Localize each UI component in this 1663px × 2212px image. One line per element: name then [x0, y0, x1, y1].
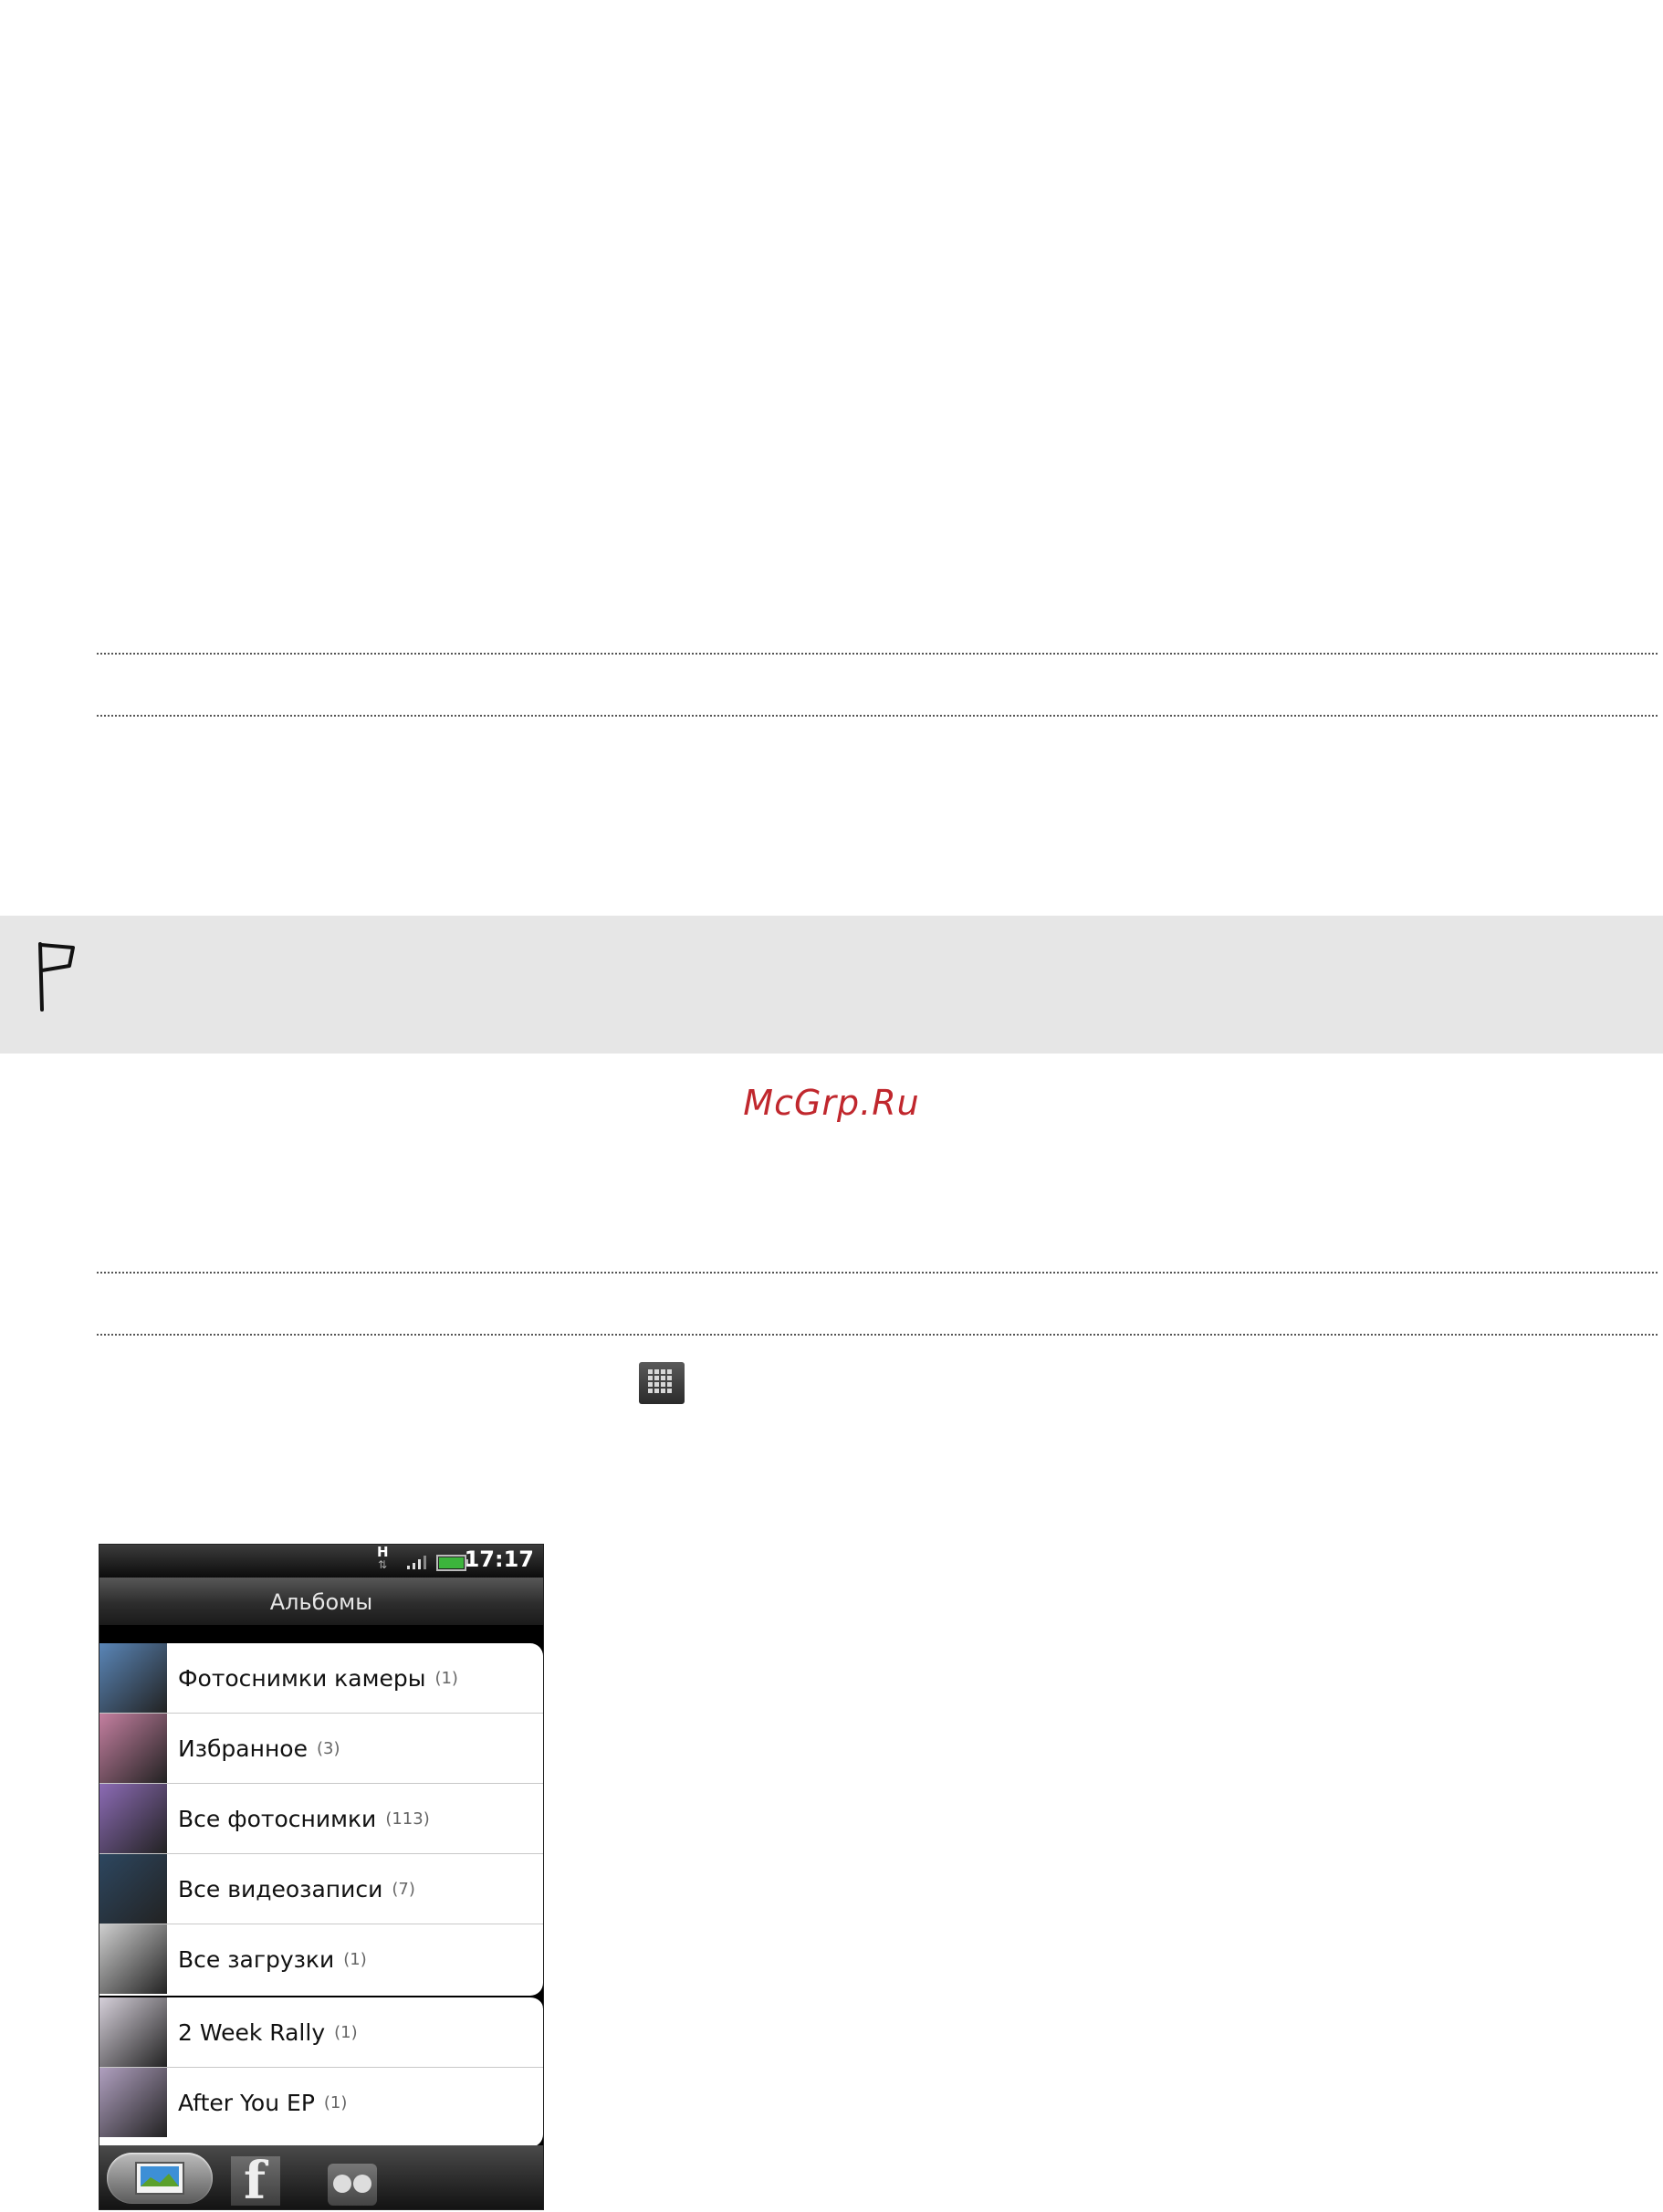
- album-item[interactable]: Избранное (3): [99, 1714, 543, 1784]
- album-name: Все видеозаписи: [178, 1875, 383, 1903]
- flickr-icon: [333, 2175, 351, 2193]
- album-item[interactable]: Все видеозаписи (7): [99, 1854, 543, 1924]
- album-item[interactable]: After You EP (1): [99, 2068, 543, 2137]
- album-name: Фотоснимки камеры: [178, 1664, 426, 1692]
- album-thumbnail: [99, 1714, 167, 1783]
- clock: 17:17: [464, 1546, 534, 1572]
- album-name: After You EP: [178, 2089, 315, 2116]
- album-name: Все фотоснимки: [178, 1805, 377, 1832]
- album-thumbnail: [99, 1924, 167, 1994]
- album-item[interactable]: Все фотоснимки (113): [99, 1784, 543, 1854]
- album-count: (1): [334, 2022, 358, 2042]
- flickr-tab[interactable]: [328, 2164, 377, 2206]
- album-group: Фотоснимки камеры (1) Избранное (3) Все фото…: [99, 1643, 543, 1996]
- gallery-icon: [135, 2162, 184, 2195]
- album-item[interactable]: Все загрузки (1): [99, 1924, 543, 1994]
- flag-icon: [38, 942, 75, 1012]
- page-title: Альбомы: [269, 1589, 373, 1615]
- facebook-icon: f: [244, 2151, 267, 2210]
- album-count: (7): [392, 1879, 415, 1899]
- album-name: 2 Week Rally: [178, 2018, 326, 2046]
- gallery-tab[interactable]: [107, 2153, 213, 2204]
- album-count: (1): [434, 1668, 458, 1688]
- divider-rule: [97, 1334, 1658, 1336]
- album-item[interactable]: 2 Week Rally (1): [99, 1997, 543, 2068]
- album-thumbnail: [99, 1643, 167, 1713]
- divider-rule: [97, 1272, 1658, 1274]
- album-thumbnail: [99, 2068, 167, 2137]
- divider-rule: [97, 715, 1658, 717]
- album-count: (1): [343, 1949, 367, 1969]
- album-count: (1): [323, 2092, 348, 2112]
- album-group: 2 Week Rally (1) After You EP (1): [99, 1996, 543, 2147]
- album-item[interactable]: Фотоснимки камеры (1): [99, 1643, 543, 1714]
- data-activity-icon: ⇅: [378, 1558, 388, 1571]
- title-bar: Альбомы: [99, 1578, 543, 1626]
- album-name: Все загрузки: [178, 1945, 335, 1973]
- network-type: H: [377, 1544, 389, 1560]
- album-count: (113): [385, 1808, 430, 1829]
- album-thumbnail: [99, 1997, 167, 2067]
- album-thumbnail: [99, 1854, 167, 1924]
- divider-rule: [97, 653, 1658, 655]
- phone-screenshot: H ⇅ 17:17 Альбомы Фотоснимки камеры (1) Из…: [99, 1544, 544, 2210]
- album-name: Избранное: [178, 1735, 308, 1762]
- album-thumbnail: [99, 1784, 167, 1853]
- all-apps-icon: [639, 1362, 685, 1404]
- tab-bar: f: [99, 2145, 543, 2209]
- signal-icon: [407, 1556, 426, 1569]
- note-box: [0, 916, 1663, 1054]
- watermark: McGrp.Ru: [743, 1083, 920, 1123]
- album-count: (3): [316, 1738, 340, 1758]
- status-bar: H ⇅ 17:17: [99, 1545, 543, 1578]
- facebook-tab[interactable]: f: [231, 2151, 280, 2209]
